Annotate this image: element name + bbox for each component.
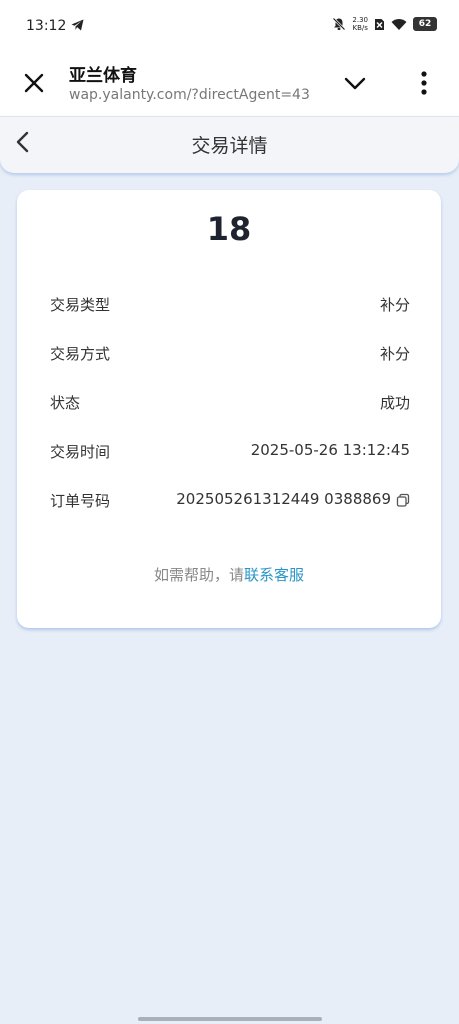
detail-label: 交易方式 [50,345,111,363]
contact-support-link[interactable]: 联系客服 [244,566,304,584]
battery-icon: 62 [413,17,437,31]
detail-label: 交易时间 [50,443,111,461]
help-text: 如需帮助，请联系客服 [17,564,441,585]
detail-row-status: 状态 成功 [50,392,410,416]
site-url[interactable]: wap.yalanty.com/?directAgent=43 [69,87,323,103]
page-title: 交易详情 [191,135,268,157]
detail-value: 2025-05-26 13:12:45 [250,441,410,459]
net-speed-unit: KB/s [352,24,368,32]
more-vertical-icon[interactable] [414,69,434,97]
page-header: 交易详情 [0,116,459,173]
chevron-down-icon[interactable] [342,72,368,94]
detail-row-time: 交易时间 2025-05-26 13:12:45 [50,441,410,465]
wifi-icon [391,18,407,30]
detail-value: 成功 [379,394,410,412]
order-number-value-wrap: 202505261312449 0388869 [176,490,410,508]
net-speed-value: 2.30 [352,16,368,24]
status-icons: 2.30 KB/s 62 [332,16,437,32]
detail-label: 交易类型 [50,296,111,314]
gesture-handle[interactable] [138,1017,322,1021]
close-icon[interactable] [22,71,46,95]
copy-icon[interactable] [396,493,410,507]
detail-row-type: 交易类型 补分 [50,294,410,318]
sim-icon [375,18,384,30]
transaction-amount: 18 [206,210,252,248]
status-time: 13:12 [26,18,67,34]
detail-row-order-number: 订单号码 202505261312449 0388869 [50,490,410,514]
transaction-detail-card: 18 交易类型 补分 交易方式 补分 状态 成功 交易时间 2025-05-26… [17,190,441,628]
site-title: 亚兰体育 [69,66,137,86]
mute-bell-icon [333,17,346,31]
detail-label: 状态 [50,394,81,412]
help-prefix: 如需帮助，请 [153,566,244,584]
detail-value: 补分 [379,345,410,363]
detail-label: 订单号码 [50,492,111,510]
net-speed: 2.30 KB/s [352,16,368,32]
telegram-notification-icon [71,19,84,31]
detail-value: 补分 [379,296,410,314]
status-bar: 13:12 2.30 KB/s 62 [0,0,459,52]
detail-value: 202505261312449 0388869 [176,490,391,508]
browser-toolbar: 亚兰体育 wap.yalanty.com/?directAgent=43 [0,52,459,116]
detail-row-method: 交易方式 补分 [50,343,410,367]
